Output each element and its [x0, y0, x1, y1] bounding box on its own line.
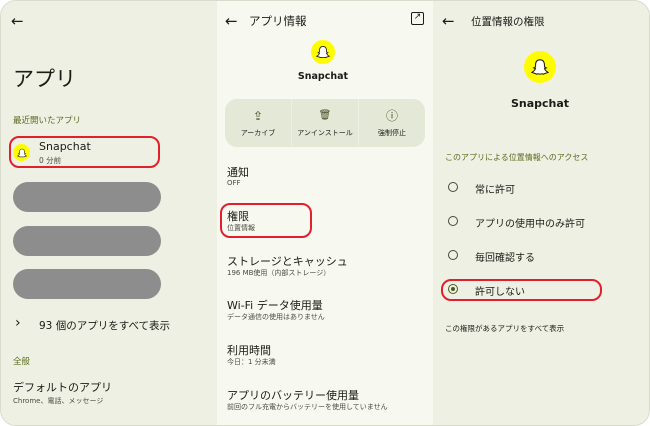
item-title: 利用時間 [227, 344, 271, 357]
wifi-data-item[interactable]: Wi-Fi データ使用量 データ通信の使用はありません [227, 297, 427, 323]
page-title: アプリ [13, 67, 76, 91]
radio-label: アプリの使用中のみ許可 [475, 219, 585, 230]
page-title: 位置情報の権限 [471, 16, 545, 28]
recent-apps-caption: 最近開いたアプリ [13, 116, 82, 126]
uninstall-label: アンインストール [297, 128, 353, 137]
see-all-apps-label: 93 個のアプリをすべて表示 [39, 320, 171, 332]
radio-button[interactable] [448, 216, 458, 226]
radio-option-ask-every-time[interactable]: 毎回確認する [445, 247, 635, 265]
radio-button[interactable] [448, 182, 458, 192]
apps-with-permission-link[interactable]: この権限があるアプリをすべて表示 [445, 323, 564, 334]
force-stop-label: 強制停止 [378, 128, 406, 137]
location-access-caption: このアプリによる位置情報へのアクセス [445, 153, 589, 162]
battery-usage-item[interactable]: アプリのバッテリー使用量 前回のフル充電からバッテリーを使用していません [227, 387, 432, 413]
redacted-app-item[interactable] [13, 182, 161, 212]
trash-icon: 🗑 [318, 109, 332, 121]
chevron-right-icon: › [15, 315, 21, 331]
radio-option-always[interactable]: 常に許可 [445, 179, 635, 197]
default-apps-sub: Chrome、電話、メッセージ [13, 397, 104, 405]
default-apps-item[interactable]: デフォルトのアプリ Chrome、電話、メッセージ [13, 379, 213, 409]
item-sub: 196 MB使用（内部ストレージ） [227, 269, 331, 277]
force-stop-button[interactable]: ⓘ 強制停止 [359, 99, 425, 147]
storage-item[interactable]: ストレージとキャッシュ 196 MB使用（内部ストレージ） [227, 253, 427, 279]
open-external-glyph: ↗ [413, 12, 422, 22]
screen-time-item[interactable]: 利用時間 今日：1 分未満 [227, 342, 427, 368]
item-sub: OFF [227, 179, 241, 187]
back-arrow-icon[interactable]: ← [225, 13, 238, 29]
back-arrow-icon[interactable]: ← [11, 13, 24, 29]
screenshot-frame: ← アプリ 最近開いたアプリ Snapchat 0 分前 › 93 個のアプリを… [0, 0, 650, 426]
redacted-app-item[interactable] [13, 226, 161, 256]
page-title: アプリ情報 [249, 14, 307, 28]
notifications-item[interactable]: 通知 OFF [227, 164, 427, 190]
radio-button[interactable] [448, 250, 458, 260]
highlight-ring [220, 203, 312, 238]
snapchat-ghost-icon [311, 40, 335, 64]
app-name: Snapchat [510, 97, 570, 110]
redacted-app-item[interactable] [13, 269, 161, 299]
archive-label: アーカイブ [240, 128, 276, 137]
radio-label: 常に許可 [475, 185, 515, 196]
item-sub: 今日：1 分未満 [227, 358, 276, 366]
item-title: ストレージとキャッシュ [227, 255, 348, 268]
back-arrow-icon[interactable]: ← [442, 13, 455, 29]
stop-icon: ⓘ [385, 108, 398, 123]
see-all-apps-link[interactable]: › 93 個のアプリをすべて表示 [13, 315, 213, 335]
radio-label: 毎回確認する [475, 253, 535, 264]
item-title: 通知 [227, 166, 249, 179]
item-sub: 前回のフル充電からバッテリーを使用していません [227, 403, 388, 411]
highlight-ring [9, 136, 160, 168]
item-title: アプリのバッテリー使用量 [227, 389, 359, 402]
item-sub: データ通信の使用はありません [227, 313, 325, 321]
item-title: Wi-Fi データ使用量 [227, 299, 323, 312]
apps-panel: ← アプリ 最近開いたアプリ Snapchat 0 分前 › 93 個のアプリを… [1, 1, 217, 425]
app-name: Snapchat [297, 71, 349, 82]
radio-option-while-using[interactable]: アプリの使用中のみ許可 [445, 213, 635, 231]
highlight-ring [441, 279, 602, 301]
app-actions-card: ⇪ アーカイブ 🗑 アンインストール ⓘ 強制停止 [225, 99, 425, 147]
snapchat-ghost-icon [524, 51, 556, 83]
default-apps-title: デフォルトのアプリ [13, 381, 112, 394]
open-external-icon[interactable]: ↗ [411, 12, 424, 25]
archive-icon: ⇪ [252, 108, 264, 123]
uninstall-button[interactable]: 🗑 アンインストール [292, 99, 358, 147]
general-caption: 全般 [13, 357, 31, 367]
archive-button[interactable]: ⇪ アーカイブ [225, 99, 291, 147]
